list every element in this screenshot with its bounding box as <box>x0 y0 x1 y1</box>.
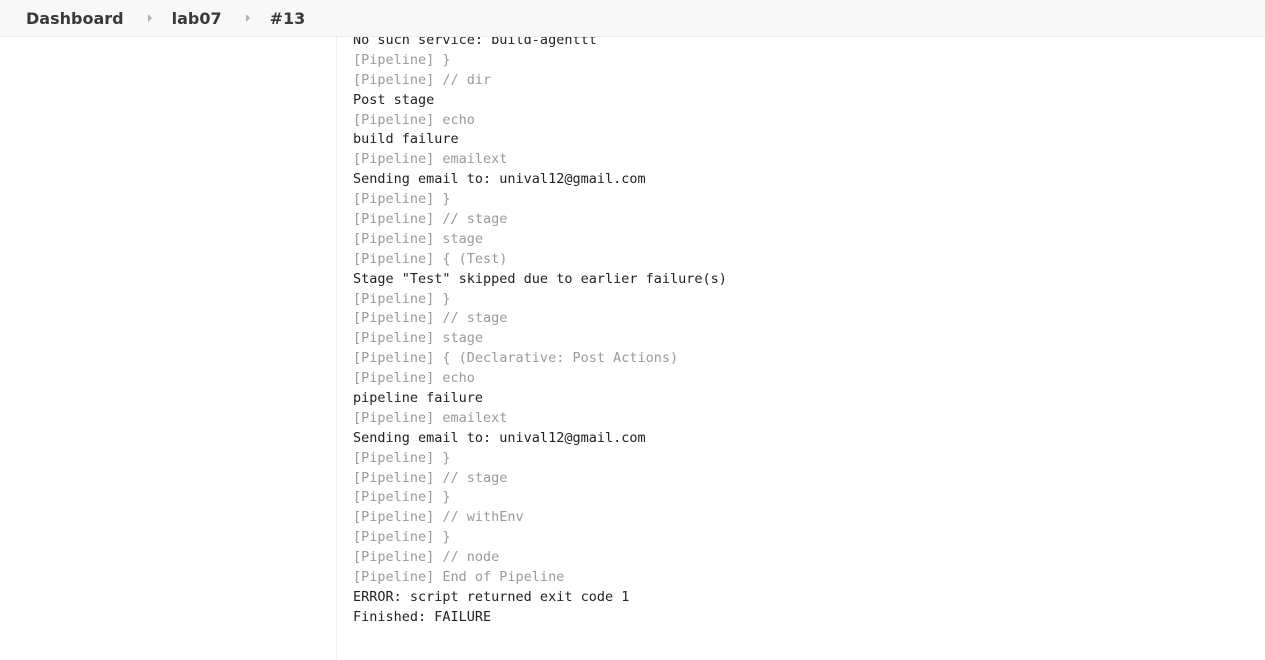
console-line: [Pipeline] echo <box>353 370 475 387</box>
console-line: [Pipeline] // withEnv <box>353 509 524 526</box>
breadcrumb-dashboard-link[interactable]: Dashboard <box>26 9 124 28</box>
console-line: [Pipeline] } <box>353 529 451 546</box>
console-line: [Pipeline] stage <box>353 330 484 347</box>
console-line: [Pipeline] stage <box>353 230 484 247</box>
chevron-right-icon[interactable] <box>147 14 152 22</box>
console-line: Stage "Test" skipped due to earlier fail… <box>353 270 727 287</box>
console-line: pipeline failure <box>353 390 484 407</box>
console-line: [Pipeline] echo <box>353 111 475 128</box>
console-line: build failure <box>353 131 459 148</box>
console-line: [Pipeline] } <box>353 449 451 466</box>
console-line: [Pipeline] // dir <box>353 71 492 88</box>
console-line: [Pipeline] { (Test) <box>353 250 508 267</box>
console-line: [Pipeline] // stage <box>353 469 508 486</box>
console-line: [Pipeline] // stage <box>353 211 508 228</box>
console-line: [Pipeline] { (Declarative: Post Actions) <box>353 350 679 367</box>
console-line: Sending email to: unival12@gmail.com <box>353 171 646 188</box>
breadcrumb-bar: Dashboard lab07 #13 <box>0 0 1265 37</box>
console-line: [Pipeline] // stage <box>353 310 508 327</box>
console-line: [Pipeline] // node <box>353 549 500 566</box>
console-line: [Pipeline] } <box>353 51 451 68</box>
console-line: Sending email to: unival12@gmail.com <box>353 429 646 446</box>
console-line: ERROR: script returned exit code 1 <box>353 588 630 605</box>
console-line: [Pipeline] } <box>353 489 451 506</box>
console-line: Finished: FAILURE <box>353 608 492 625</box>
sidebar <box>0 37 337 660</box>
chevron-right-icon[interactable] <box>245 14 250 22</box>
console-line: [Pipeline] } <box>353 290 451 307</box>
console-output: No such service: build-agenttt [Pipeline]… <box>353 31 1233 628</box>
console-line: [Pipeline] emailext <box>353 409 508 426</box>
console-line: [Pipeline] } <box>353 191 451 208</box>
console-line: [Pipeline] emailext <box>353 151 508 168</box>
breadcrumb-job-link[interactable]: lab07 <box>172 9 222 28</box>
console-line: Post stage <box>353 91 435 108</box>
console-line: [Pipeline] End of Pipeline <box>353 569 565 586</box>
breadcrumb-build-link[interactable]: #13 <box>270 9 306 28</box>
